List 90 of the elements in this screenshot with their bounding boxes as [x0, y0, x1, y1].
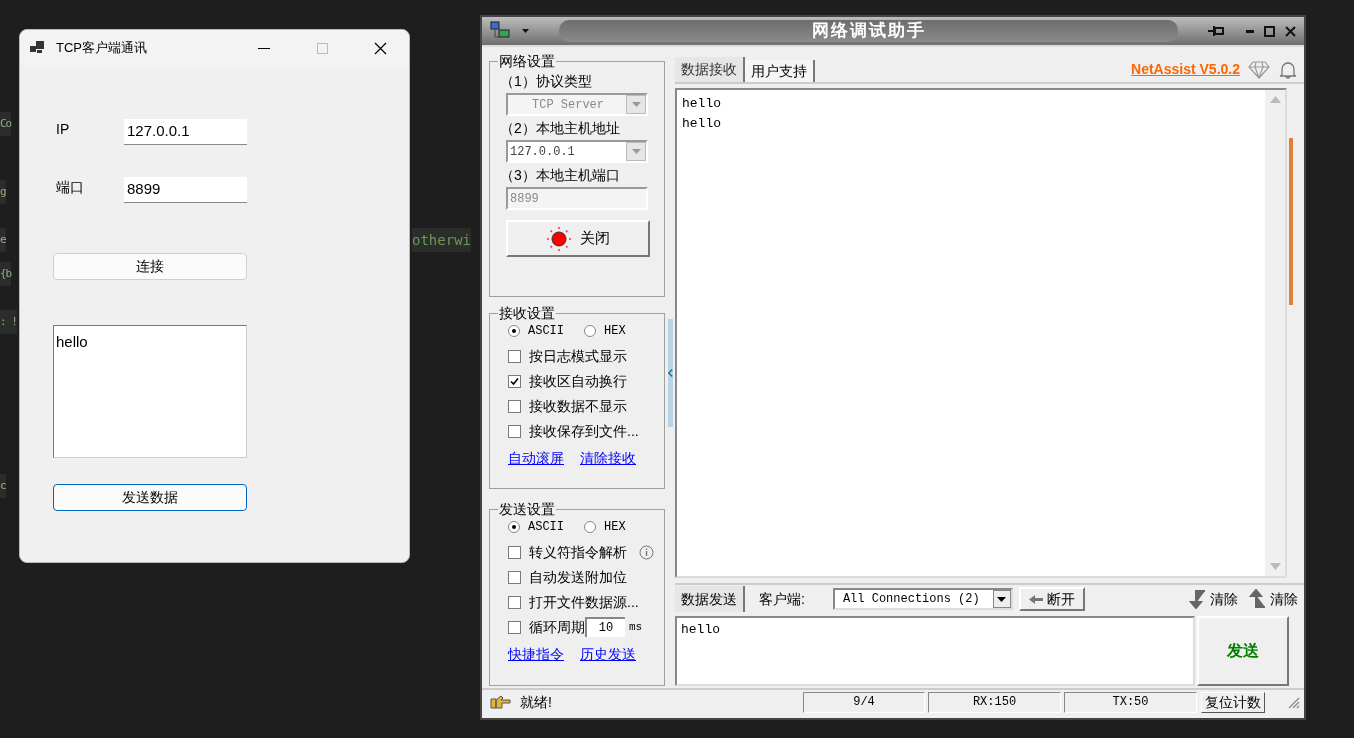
- minimize-icon[interactable]: [1246, 29, 1254, 33]
- status-message: 就绪!: [520, 692, 553, 712]
- checkbox-label: 接收保存到文件...: [529, 421, 639, 441]
- checkbox[interactable]: [508, 595, 521, 609]
- message-box[interactable]: hello: [53, 325, 247, 458]
- field-label: （2）本地主机地址: [500, 119, 621, 138]
- field-label: （3）本地主机端口: [500, 166, 621, 185]
- received-line: hello: [682, 95, 722, 113]
- radio-label: HEX: [604, 519, 626, 536]
- pointing-hand-icon: [490, 694, 512, 710]
- text-field[interactable]: 127.0.0.1: [124, 119, 247, 145]
- code-fragment: c: [0, 474, 6, 498]
- code-fragment: : !: [0, 310, 17, 334]
- down-arrow-icon: [1188, 589, 1206, 609]
- checkbox-label: 自动发送附加位: [529, 567, 627, 587]
- resize-grip-icon[interactable]: [1286, 695, 1300, 709]
- dropdown[interactable]: 127.0.0.1: [506, 140, 648, 163]
- unit-label: ms: [629, 619, 643, 635]
- disconnect-button[interactable]: 断开: [1018, 587, 1085, 611]
- info-icon[interactable]: [639, 544, 654, 560]
- checkbox-label: 接收数据不显示: [529, 396, 627, 416]
- checkbox[interactable]: [508, 570, 521, 584]
- checkbox[interactable]: [508, 399, 521, 413]
- checkbox-label: 转义符指令解析: [529, 542, 627, 562]
- checkbox-label: 打开文件数据源...: [529, 592, 639, 612]
- radio-label: HEX: [604, 323, 626, 340]
- window-title: 网络调试助手: [811, 20, 926, 43]
- group-title: 网络设置: [498, 53, 556, 69]
- close-connection-button[interactable]: 关闭: [506, 220, 650, 257]
- clear-button[interactable]: 清除: [1188, 588, 1238, 610]
- window-title: TCP客户端通讯: [56, 39, 147, 58]
- radio-button[interactable]: [584, 325, 596, 337]
- app-icon: [30, 41, 46, 55]
- close-icon: [373, 41, 387, 55]
- checkbox[interactable]: [508, 424, 521, 438]
- received-line: hello: [682, 115, 722, 133]
- radio-button[interactable]: [508, 325, 520, 337]
- link[interactable]: 清除接收: [580, 448, 636, 469]
- code-fragment: g: [0, 180, 6, 204]
- radio-label: ASCII: [528, 519, 564, 536]
- client-label: 客户端:: [759, 589, 805, 609]
- receive-area[interactable]: hello hello: [675, 88, 1287, 578]
- group-title: 发送设置: [498, 501, 556, 517]
- network-icon[interactable]: [490, 21, 512, 41]
- radio-label: ASCII: [528, 323, 564, 340]
- checkbox-label: 接收区自动换行: [529, 371, 627, 391]
- radio-button[interactable]: [508, 521, 520, 533]
- checkbox[interactable]: [508, 545, 521, 559]
- status-cell: RX:150: [928, 691, 1061, 713]
- left-arrow-icon: [1028, 594, 1043, 604]
- maximize-icon[interactable]: [1264, 25, 1275, 37]
- group-title: 接收设置: [498, 305, 556, 321]
- splitter-handle[interactable]: [667, 319, 673, 427]
- tab[interactable]: 用户支持: [745, 60, 815, 82]
- checkbox[interactable]: [508, 349, 521, 363]
- reset-count-button[interactable]: 复位计数: [1201, 691, 1265, 713]
- link[interactable]: 历史发送: [580, 644, 636, 665]
- checkbox-label: 按日志模式显示: [529, 346, 627, 366]
- send-area[interactable]: hello: [675, 616, 1195, 686]
- bell-icon[interactable]: [1278, 59, 1298, 80]
- status-cell: TX:50: [1064, 691, 1197, 713]
- checkbox[interactable]: [508, 374, 521, 388]
- code-fragment: otherwi: [412, 228, 471, 252]
- period-field[interactable]: 10: [585, 617, 625, 637]
- text-field[interactable]: 8899: [124, 177, 247, 203]
- link[interactable]: 自动滚屏: [508, 448, 564, 469]
- checkmark-icon: [510, 376, 519, 386]
- field-label: IP: [55, 120, 71, 139]
- up-arrow-icon: [1248, 589, 1266, 609]
- client-dropdown[interactable]: All Connections (2): [832, 588, 1013, 610]
- send-data-button[interactable]: 发送数据: [53, 484, 247, 511]
- code-fragment: Co: [0, 112, 12, 136]
- tab[interactable]: 数据接收: [675, 57, 745, 82]
- send-button[interactable]: 发送: [1197, 616, 1289, 686]
- status-cell: 9/4: [803, 691, 925, 713]
- checkbox-label: 循环周期: [529, 617, 585, 637]
- diamond-icon[interactable]: [1248, 60, 1270, 79]
- tab[interactable]: 数据发送: [675, 586, 745, 612]
- pin-icon[interactable]: [1208, 24, 1224, 38]
- checkbox[interactable]: [508, 620, 521, 634]
- close-icon[interactable]: [1285, 25, 1296, 37]
- radio-button[interactable]: [584, 521, 596, 533]
- field-label: 端口: [55, 178, 85, 197]
- link[interactable]: 快捷指令: [508, 644, 564, 665]
- code-fragment: e: [0, 228, 6, 252]
- dropdown-caret-icon[interactable]: [522, 29, 529, 33]
- code-fragment: {b: [0, 262, 12, 286]
- connect-button[interactable]: 连接: [53, 253, 247, 280]
- field-label: （1）协议类型: [500, 72, 593, 91]
- clear-button[interactable]: 清除: [1248, 588, 1298, 610]
